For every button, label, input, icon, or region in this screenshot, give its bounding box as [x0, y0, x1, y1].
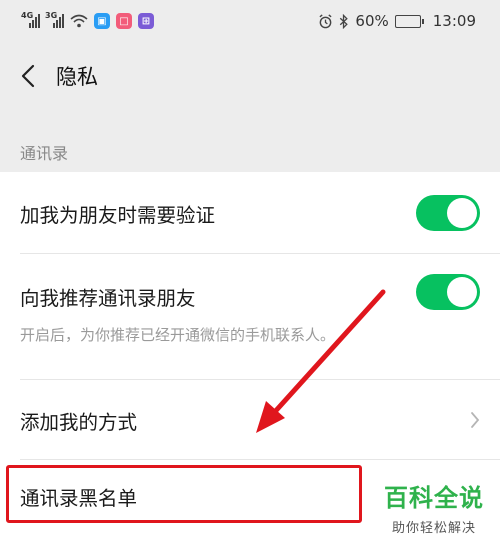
battery-percent: 60%: [355, 12, 389, 30]
setting-row-verify[interactable]: 加我为朋友时需要验证: [0, 172, 500, 254]
battery-icon: [394, 14, 424, 28]
status-right: 60% 13:09: [318, 12, 476, 30]
setting-label: 添加我的方式: [20, 410, 138, 434]
watermark-logo: 百科全说 助你轻松解决: [374, 478, 494, 536]
app-notification-icon: ▣: [94, 13, 110, 29]
setting-row-add-methods[interactable]: 添加我的方式: [0, 380, 500, 460]
app-notification-icon: ⊞: [138, 13, 154, 29]
page-title: 隐私: [56, 65, 98, 89]
alarm-icon: [319, 13, 332, 28]
signal-icon: 4G: [21, 11, 40, 28]
bluetooth-icon: [340, 13, 349, 29]
chevron-right-icon: [471, 412, 480, 428]
section-label: 通讯录: [20, 144, 69, 163]
setting-hint: 开启后，为你推荐已经开通微信的手机联系人。: [20, 326, 336, 344]
network-type-1: 4G: [21, 11, 34, 20]
setting-label: 向我推荐通讯录朋友: [20, 287, 196, 310]
watermark-title: 百科全说: [384, 484, 484, 512]
nav-header: 隐私: [0, 42, 500, 110]
chevron-left-icon: [21, 64, 35, 88]
recommend-toggle[interactable]: [416, 274, 480, 310]
setting-row-recommend: 向我推荐通讯录朋友 开启后，为你推荐已经开通微信的手机联系人。: [0, 254, 500, 380]
status-bar: 4G 3G ▣ □ ⊞ 60% 13:09: [0, 0, 500, 42]
annotation-highlight-box: [6, 465, 362, 523]
clock: 13:09: [432, 12, 476, 30]
status-left: 4G 3G ▣ □ ⊞: [21, 11, 154, 29]
network-type-2: 3G: [45, 11, 58, 20]
setting-label: 加我为朋友时需要验证: [20, 203, 216, 227]
signal-icon: 3G: [45, 11, 64, 28]
verify-toggle[interactable]: [416, 195, 480, 231]
watermark-subtitle: 助你轻松解决: [391, 521, 476, 536]
back-button[interactable]: [14, 56, 42, 96]
app-notification-icon: □: [116, 13, 132, 29]
wifi-icon: [70, 14, 88, 28]
